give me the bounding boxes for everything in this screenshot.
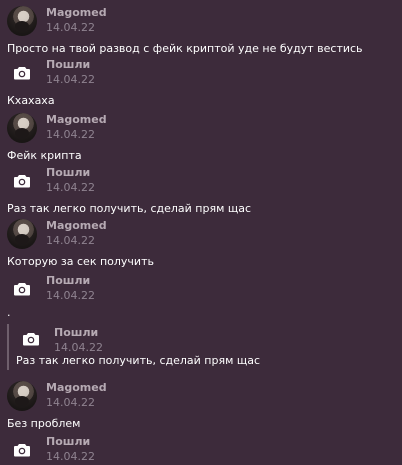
message-author: Magomed bbox=[46, 219, 107, 232]
message-author: Пошли bbox=[46, 166, 91, 179]
camera-icon-svg bbox=[14, 175, 30, 188]
camera-icon[interactable] bbox=[7, 274, 37, 304]
camera-icon-svg bbox=[14, 283, 30, 296]
message-time: 14.04.22 bbox=[46, 289, 95, 302]
avatar-beard bbox=[15, 21, 29, 31]
quoted-message[interactable]: Пошли 14.04.22 Раз так легко получить, с… bbox=[0, 320, 402, 380]
camera-icon[interactable] bbox=[7, 58, 37, 88]
message-text: Которую за сек получить bbox=[7, 255, 154, 268]
message-author: Magomed bbox=[46, 6, 107, 19]
message-text: Раз так легко получить, сделай прям щас bbox=[7, 202, 252, 215]
camera-icon-svg bbox=[14, 67, 30, 80]
avatar-beard bbox=[15, 234, 29, 244]
avatar[interactable] bbox=[7, 113, 37, 143]
message-author: Magomed bbox=[46, 113, 107, 126]
quote-time: 14.04.22 bbox=[54, 341, 103, 354]
avatar[interactable] bbox=[7, 381, 37, 411]
message-text: Кхахаха bbox=[7, 94, 55, 107]
message-text: Без проблем bbox=[7, 417, 81, 430]
camera-icon[interactable] bbox=[7, 435, 37, 465]
message-time: 14.04.22 bbox=[46, 128, 95, 141]
chat-log: Magomed 14.04.22 Просто на твой развод с… bbox=[0, 0, 402, 463]
quote-text: Раз так легко получить, сделай прям щас bbox=[16, 354, 261, 367]
message-text: Фейк крипта bbox=[7, 149, 82, 162]
message-author: Пошли bbox=[46, 435, 91, 448]
avatar-beard bbox=[15, 128, 29, 138]
message-text: . bbox=[7, 306, 11, 319]
quote-bar bbox=[7, 324, 9, 370]
message-author: Пошли bbox=[46, 274, 91, 287]
message-time: 14.04.22 bbox=[46, 396, 95, 409]
message-time: 14.04.22 bbox=[46, 181, 95, 194]
message-text: Просто на твой развод с фейк криптой уде… bbox=[7, 42, 363, 55]
avatar[interactable] bbox=[7, 219, 37, 249]
avatar-beard bbox=[15, 396, 29, 406]
quote-author: Пошли bbox=[54, 326, 99, 339]
message-time: 14.04.22 bbox=[46, 21, 95, 34]
message-author: Magomed bbox=[46, 381, 107, 394]
camera-icon[interactable] bbox=[7, 166, 37, 196]
camera-icon bbox=[16, 324, 46, 354]
message-time: 14.04.22 bbox=[46, 73, 95, 86]
camera-icon-svg bbox=[23, 333, 39, 346]
camera-icon-svg bbox=[14, 444, 30, 457]
message-time: 14.04.22 bbox=[46, 234, 95, 247]
avatar[interactable] bbox=[7, 6, 37, 36]
message-time: 14.04.22 bbox=[46, 450, 95, 463]
message-author: Пошли bbox=[46, 58, 91, 71]
